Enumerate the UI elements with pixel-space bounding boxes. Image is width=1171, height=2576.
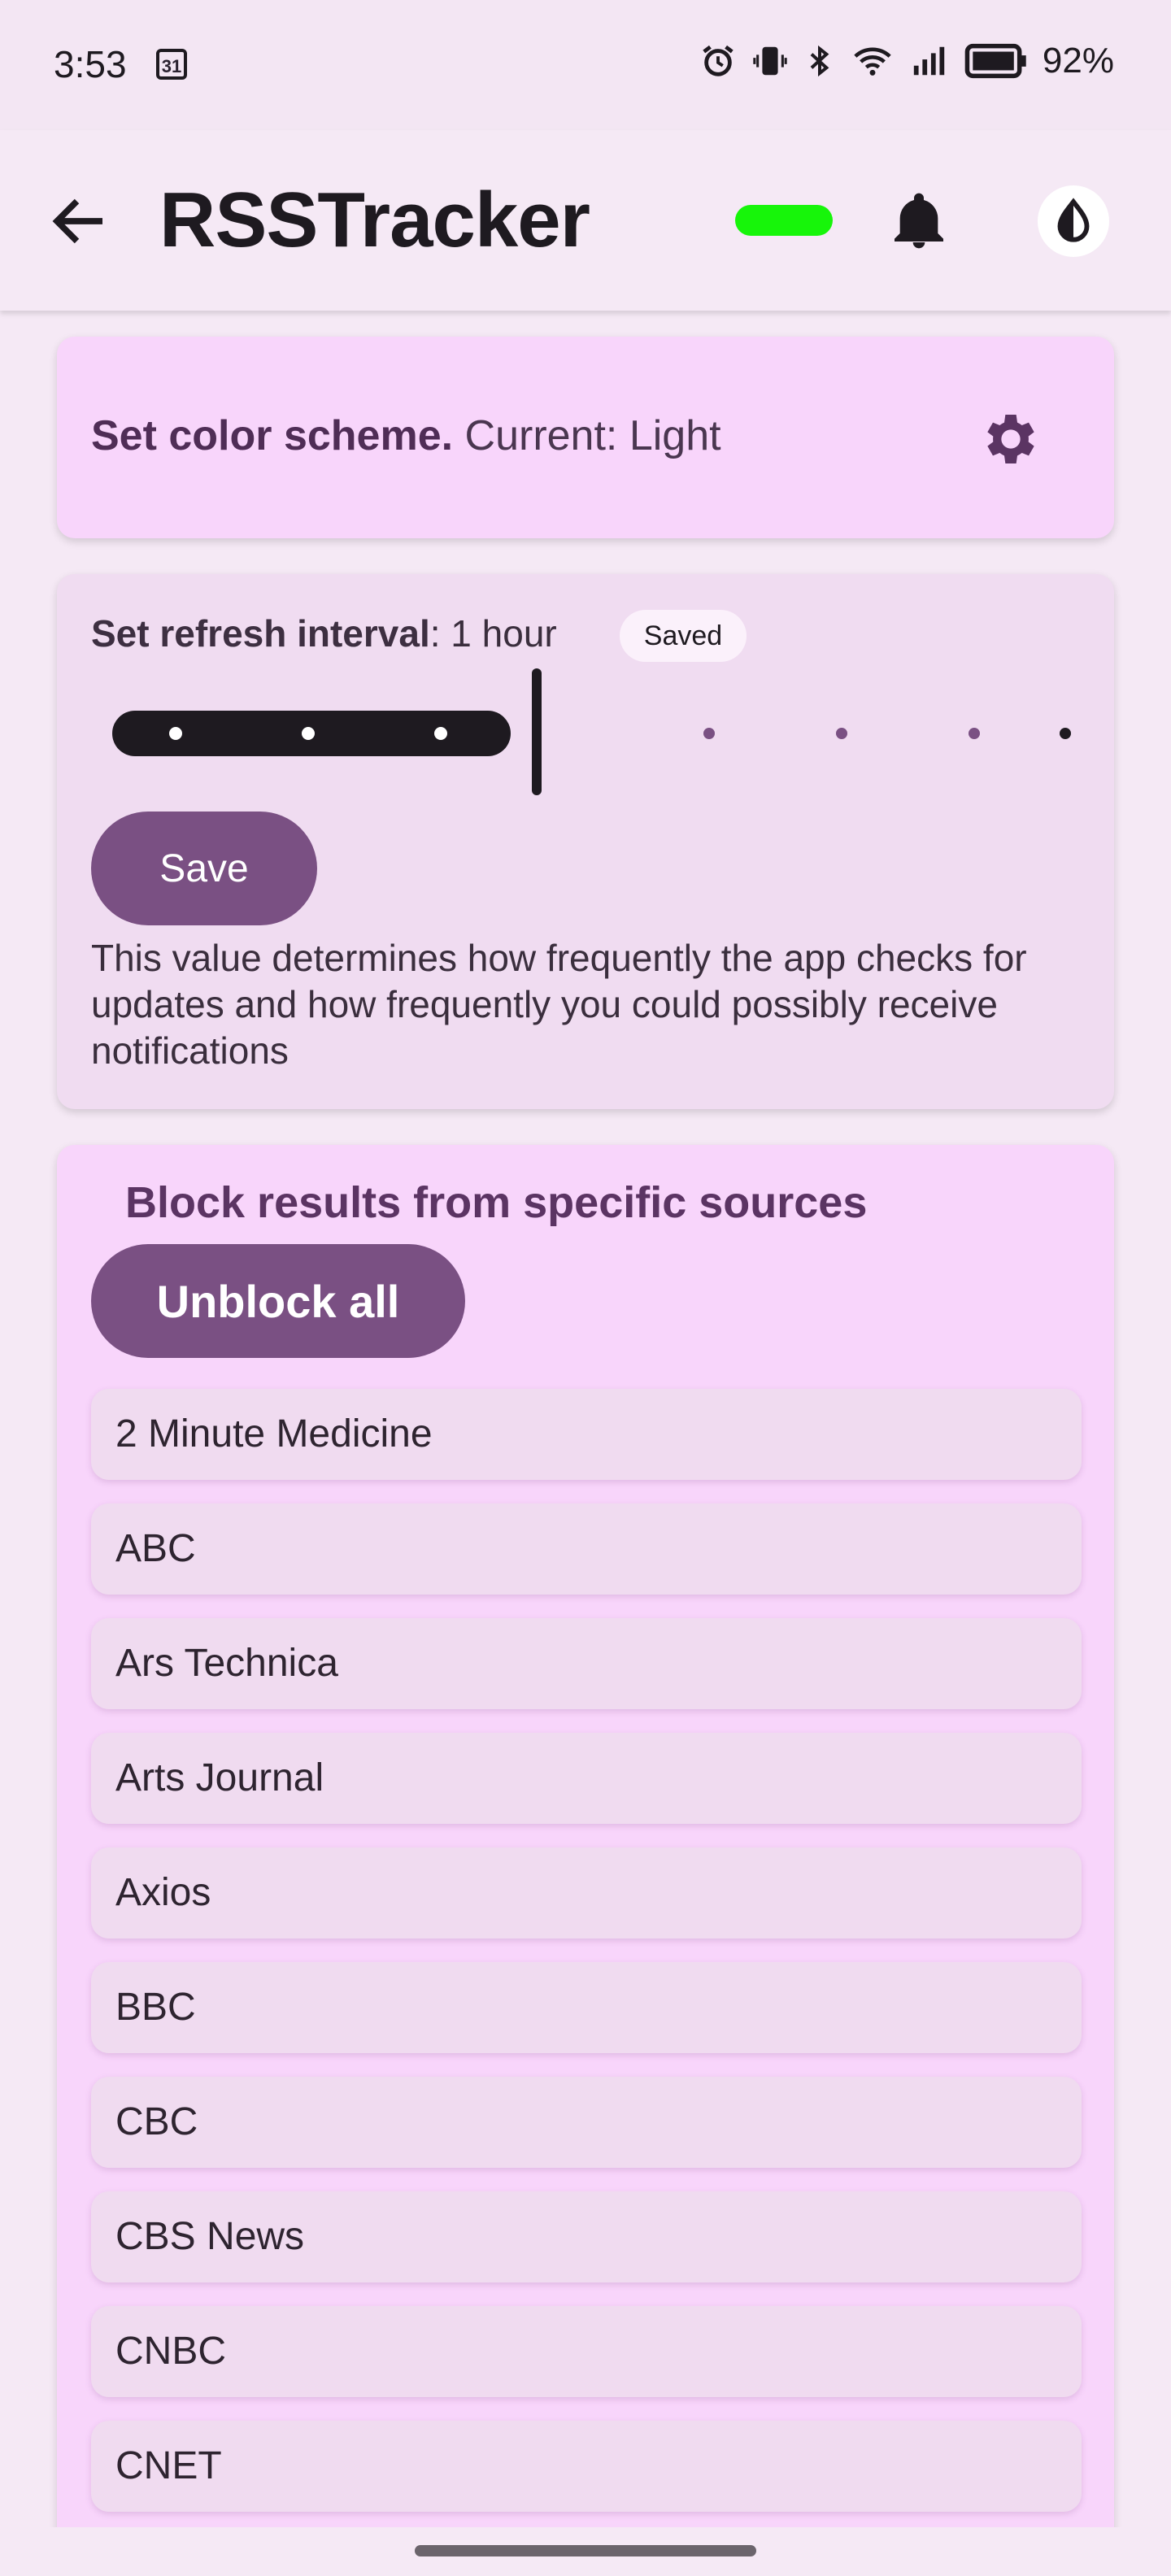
back-arrow-icon (52, 198, 102, 244)
refresh-interval-label: Set refresh interval: 1 hour (91, 611, 557, 655)
color-scheme-current: Current: Light (453, 412, 721, 459)
color-scheme-settings-button[interactable] (976, 407, 1041, 472)
saved-chip: Saved (620, 610, 747, 662)
source-item[interactable]: CBS News (91, 2191, 1082, 2282)
source-item[interactable]: CBC (91, 2077, 1082, 2168)
back-button[interactable] (46, 187, 114, 255)
vibrate-icon (753, 46, 787, 76)
wifi-icon (854, 47, 891, 76)
refresh-interval-value: : 1 hour (429, 612, 557, 655)
source-item[interactable]: CNBC (91, 2306, 1082, 2397)
color-scheme-card[interactable]: Set color scheme. Current: Light (57, 337, 1114, 538)
status-icons: 92% (699, 41, 1114, 81)
slider-tick (703, 728, 715, 739)
source-item[interactable]: 2 Minute Medicine (91, 1389, 1082, 1480)
color-scheme-title: Set color scheme. (91, 412, 454, 459)
gear-icon (987, 415, 1034, 463)
block-sources-title: Block results from specific sources (125, 1178, 868, 1227)
slider-thumb[interactable] (532, 668, 542, 795)
source-item[interactable]: Axios (91, 1847, 1082, 1939)
save-button[interactable]: Save (91, 812, 317, 925)
slider-tick (169, 727, 182, 740)
refresh-interval-slider[interactable] (96, 668, 1080, 798)
app-bar: RSSTracker (0, 130, 1171, 311)
signal-icon (913, 46, 945, 76)
bluetooth-icon (810, 45, 829, 77)
status-time: 3:53 (54, 43, 127, 85)
unblock-all-button[interactable]: Unblock all (91, 1244, 465, 1358)
source-item[interactable]: CNET (91, 2421, 1082, 2512)
slider-tick (434, 727, 447, 740)
status-bar: 3:53 31 92% (0, 0, 1171, 130)
source-item[interactable]: Arts Journal (91, 1733, 1082, 1824)
contrast-icon (1057, 198, 1090, 242)
bell-icon (895, 193, 943, 249)
theme-toggle-button[interactable] (1038, 185, 1109, 257)
source-item[interactable]: BBC (91, 1962, 1082, 2053)
connection-status-indicator (735, 205, 833, 236)
battery-percent: 92% (1042, 41, 1114, 80)
color-scheme-label: Set color scheme. Current: Light (91, 411, 721, 460)
source-item[interactable]: Ars Technica (91, 1618, 1082, 1709)
slider-tick (302, 727, 315, 740)
app-title: RSSTracker (159, 176, 590, 263)
source-item[interactable]: ABC (91, 1503, 1082, 1595)
battery-icon (964, 43, 1026, 79)
gesture-nav-bar (0, 2527, 1171, 2576)
slider-tick (836, 728, 847, 739)
slider-tick (1060, 728, 1071, 739)
alarm-icon (703, 45, 734, 76)
notifications-button[interactable] (886, 189, 951, 254)
refresh-interval-description: This value determines how frequently the… (91, 937, 1027, 1072)
source-list: 2 Minute Medicine ABC Ars Technica Arts … (91, 1389, 1082, 2535)
home-handle[interactable] (415, 2545, 756, 2556)
refresh-interval-title: Set refresh interval (91, 612, 430, 655)
calendar-icon: 31 (156, 49, 187, 80)
refresh-interval-card: Set refresh interval: 1 hour Saved Save … (57, 574, 1114, 1109)
block-sources-card: Block results from specific sources Unbl… (57, 1145, 1114, 2576)
slider-tick (969, 728, 980, 739)
